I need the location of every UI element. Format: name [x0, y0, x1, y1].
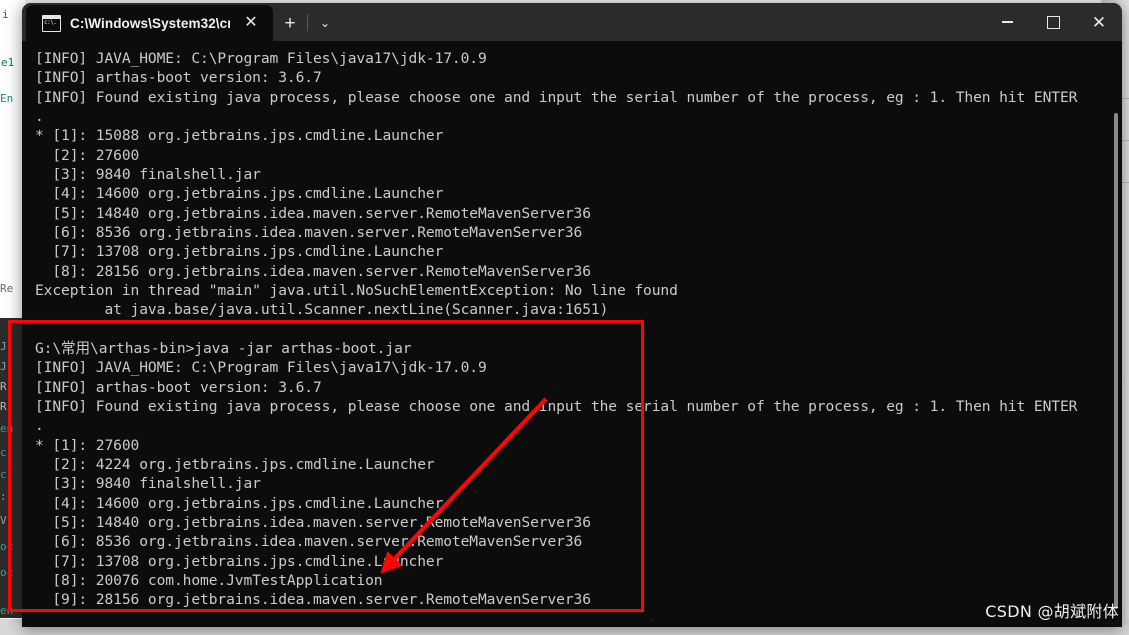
- bg-fragment: en: [0, 604, 14, 617]
- title-bar: C:\Windows\System32\cmd.e ✕ + ⌄ ✕: [22, 3, 1122, 41]
- bg-fragment: oc: [0, 540, 14, 553]
- console-output-area[interactable]: [INFO] JAVA_HOME: C:\Program Files\java1…: [22, 41, 1122, 627]
- bg-fragment: R: [0, 380, 7, 393]
- tab-cmd[interactable]: C:\Windows\System32\cmd.e ✕: [26, 5, 273, 41]
- close-icon: ✕: [1091, 12, 1107, 32]
- minimize-button[interactable]: [984, 3, 1030, 41]
- console-blank-line: [35, 320, 1122, 339]
- minimize-icon: [1001, 21, 1013, 23]
- bg-fragment: c: [0, 446, 7, 459]
- maximize-icon: [1046, 15, 1060, 29]
- new-tab-button[interactable]: +: [273, 5, 307, 41]
- bg-fragment: En: [0, 92, 14, 105]
- chevron-down-icon[interactable]: ⌄: [308, 5, 342, 41]
- console-scrollbar[interactable]: [1114, 113, 1118, 618]
- console-icon: [42, 14, 61, 32]
- bg-fragment: :.: [0, 490, 14, 503]
- bg-fragment: J: [0, 360, 7, 373]
- console-lower-output: G:\常用\arthas-bin>java -jar arthas-boot.j…: [35, 339, 1078, 609]
- background-console-strip: J J R R en c c :. V oc oc en: [0, 318, 22, 618]
- bg-fragment: V: [0, 514, 7, 527]
- maximize-button[interactable]: [1030, 3, 1076, 41]
- bg-fragment: i: [2, 8, 9, 21]
- screen-root: i e1 En Re Re J J R R en c c :. V oc oc …: [0, 0, 1129, 635]
- bg-fragment: Re: [0, 282, 14, 295]
- tab-close-icon[interactable]: ✕: [239, 15, 263, 31]
- bg-fragment: c: [0, 468, 7, 481]
- bg-fragment: J: [0, 340, 7, 353]
- window-controls: ✕: [984, 3, 1122, 41]
- bg-fragment: en: [0, 422, 14, 435]
- bg-fragment: R: [0, 400, 7, 413]
- terminal-window: C:\Windows\System32\cmd.e ✕ + ⌄ ✕ [INFO]…: [22, 3, 1122, 627]
- bg-fragment: e1: [1, 56, 15, 69]
- bg-fragment: oc: [0, 566, 14, 579]
- tab-title: C:\Windows\System32\cmd.e: [70, 15, 230, 31]
- console-upper-output: [INFO] JAVA_HOME: C:\Program Files\java1…: [35, 50, 1078, 319]
- scrollbar-thumb[interactable]: [1114, 113, 1118, 609]
- close-button[interactable]: ✕: [1076, 3, 1122, 41]
- watermark-text: CSDN @胡斌附体: [985, 602, 1119, 621]
